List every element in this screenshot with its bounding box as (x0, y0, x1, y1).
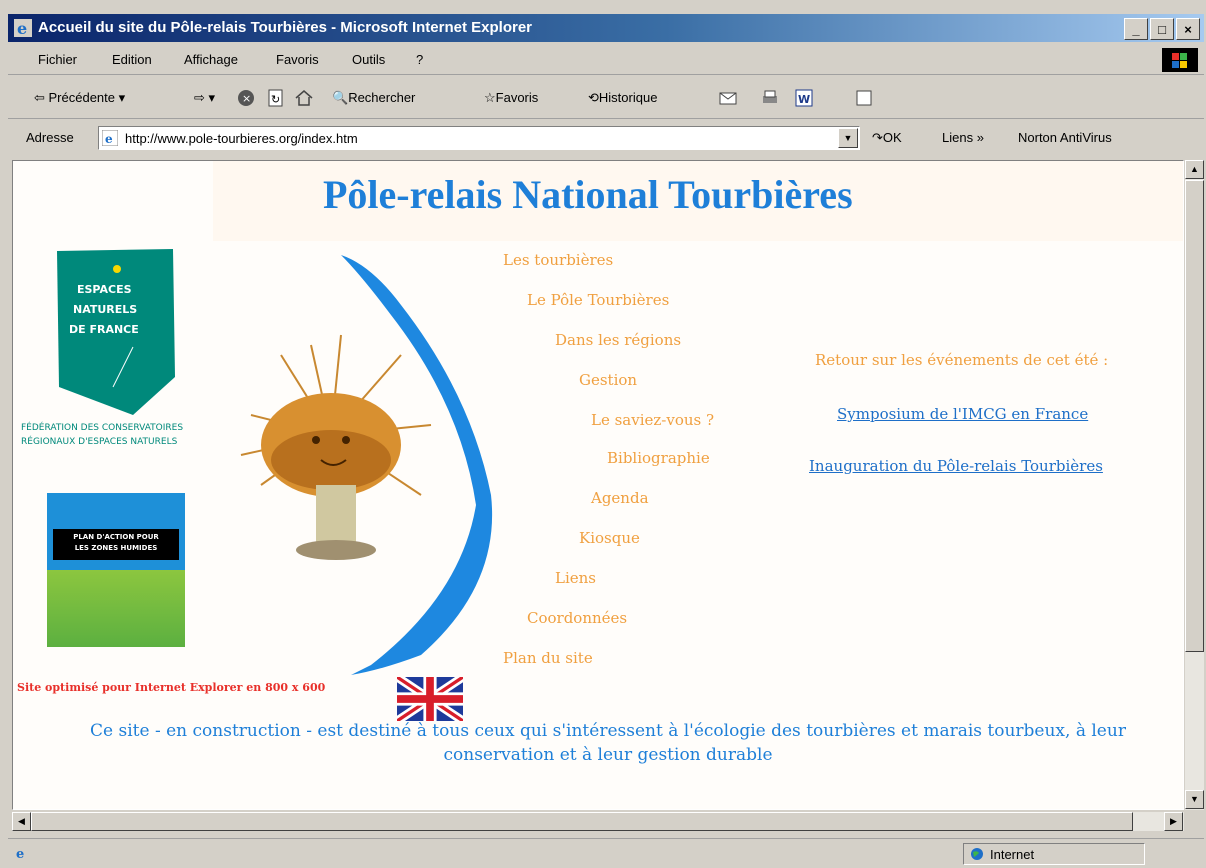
nav-plan-du-site[interactable]: Plan du site (503, 649, 593, 667)
nav-gestion[interactable]: Gestion (579, 371, 637, 389)
nav-liens[interactable]: Liens (555, 569, 596, 587)
browser-window: e Accueil du site du Pôle-relais Tourbiè… (0, 0, 1206, 868)
logo-text-line: DE FRANCE (69, 323, 139, 336)
ie-icon: e (14, 19, 32, 37)
zones-humides-logo[interactable]: PLAN D'ACTION POUR LES ZONES HUMIDES (47, 493, 185, 647)
back-button[interactable]: ⇦ Précédente ▾ (34, 90, 125, 106)
svg-text:×: × (242, 92, 251, 105)
go-label: OK (882, 130, 902, 145)
caption-line: PLAN D'ACTION POUR (73, 533, 159, 541)
nav-les-tourbieres[interactable]: Les tourbières (503, 251, 613, 269)
window-title: Accueil du site du Pôle-relais Tourbière… (38, 19, 532, 36)
history-label: Historique (598, 90, 658, 105)
horizontal-scroll-thumb[interactable] (31, 812, 1133, 831)
menu-favoris[interactable]: Favoris (276, 52, 319, 67)
close-button[interactable]: × (1176, 18, 1200, 40)
page-content: Pôle-relais National Tourbières ESPACES … (12, 160, 1184, 810)
security-zone: Internet (963, 843, 1145, 865)
nav-dans-les-regions[interactable]: Dans les régions (555, 331, 681, 349)
link-inauguration[interactable]: Inauguration du Pôle-relais Tourbières (809, 457, 1103, 475)
optimized-notice: Site optimisé pour Internet Explorer en … (17, 681, 326, 694)
status-bar: e Internet (8, 838, 1204, 867)
links-button[interactable]: Liens » (942, 130, 984, 145)
favorites-button[interactable]: ☆Favoris (484, 90, 538, 106)
history-button[interactable]: ⟲Historique (588, 90, 657, 106)
nav-coordonnees[interactable]: Coordonnées (527, 609, 627, 627)
horizontal-scrollbar[interactable]: ◀ ▶ (12, 812, 1184, 831)
forward-button[interactable]: ⇨ ▾ (194, 90, 215, 106)
retour-heading: Retour sur les événements de cet été : (815, 351, 1109, 369)
scroll-right-button[interactable]: ▶ (1164, 812, 1183, 831)
address-field[interactable]: e ▼ (98, 126, 860, 150)
zone-label: Internet (990, 847, 1035, 862)
globe-icon (971, 848, 983, 860)
print-icon[interactable] (760, 88, 780, 108)
svg-text:e: e (16, 847, 24, 861)
menu-bar: Fichier Edition Affichage Favoris Outils… (8, 46, 1204, 75)
site-description: Ce site - en construction - est destiné … (90, 721, 1126, 765)
refresh-icon[interactable]: ↻ (266, 88, 286, 108)
nav-agenda[interactable]: Agenda (591, 489, 649, 507)
nav-bibliographie[interactable]: Bibliographie (607, 449, 710, 467)
scroll-up-button[interactable]: ▲ (1185, 160, 1204, 179)
nav-le-saviez-vous[interactable]: Le saviez-vous ? (591, 411, 714, 429)
mail-icon[interactable] (718, 88, 738, 108)
minimize-button[interactable]: _ (1124, 18, 1148, 40)
link-symposium-imcg[interactable]: Symposium de l'IMCG en France (837, 405, 1088, 423)
address-bar: Adresse e ▼ ↷OK Liens » Norton AntiVirus (8, 120, 1204, 156)
maximize-button[interactable]: □ (1150, 18, 1174, 40)
home-icon[interactable] (294, 88, 314, 108)
windows-logo-icon (1162, 48, 1198, 72)
vertical-scrollbar[interactable]: ▲ ▼ (1185, 160, 1204, 810)
title-bar: e Accueil du site du Pôle-relais Tourbiè… (8, 14, 1204, 42)
norton-antivirus-button[interactable]: Norton AntiVirus (1018, 130, 1112, 145)
espaces-naturels-logo[interactable]: ESPACES NATURELS DE FRANCE (53, 247, 183, 417)
vertical-scroll-thumb[interactable] (1185, 180, 1204, 652)
caption-line: FÉDÉRATION DES CONSERVATOIRES (21, 423, 184, 433)
favorites-label: Favoris (495, 90, 539, 105)
page-icon: e (102, 130, 118, 146)
go-button[interactable]: ↷OK (872, 130, 902, 146)
menu-outils[interactable]: Outils (352, 52, 385, 67)
zones-humides-caption: PLAN D'ACTION POUR LES ZONES HUMIDES (53, 529, 179, 560)
sundew-mascot-image (240, 255, 493, 675)
svg-text:W: W (798, 93, 810, 106)
status-ie-icon: e (16, 847, 24, 861)
svg-text:e: e (105, 132, 113, 146)
nav-le-pole-tourbieres[interactable]: Le Pôle Tourbières (527, 291, 669, 309)
svg-text:↻: ↻ (271, 93, 280, 106)
logo-text-line: NATURELS (73, 303, 137, 316)
caption-line: LES ZONES HUMIDES (74, 544, 158, 552)
word-icon[interactable]: W (794, 88, 814, 108)
address-label: Adresse (26, 130, 74, 145)
menu-help[interactable]: ? (416, 52, 423, 67)
back-label: Précédente (48, 90, 116, 105)
toolbar: ⇦ Précédente ▾ ⇨ ▾ × ↻ 🔍Rechercher ☆Favo… (8, 80, 1204, 119)
scroll-down-button[interactable]: ▼ (1185, 790, 1204, 809)
federation-caption: FÉDÉRATION DES CONSERVATOIRES RÉGIONAUX … (21, 421, 221, 449)
menu-fichier[interactable]: Fichier (38, 52, 77, 67)
url-input[interactable] (123, 129, 827, 147)
page-title: Pôle-relais National Tourbières (323, 172, 853, 217)
menu-edition[interactable]: Edition (112, 52, 152, 67)
menu-affichage[interactable]: Affichage (184, 52, 238, 67)
caption-line: RÉGIONAUX D'ESPACES NATURELS (21, 437, 178, 447)
nav-kiosque[interactable]: Kiosque (579, 529, 640, 547)
uk-flag-icon[interactable] (397, 677, 463, 721)
stop-icon[interactable]: × (236, 88, 256, 108)
svg-text:e: e (17, 19, 27, 37)
search-button[interactable]: 🔍Rechercher (332, 90, 415, 106)
logo-text-line: ESPACES (77, 283, 132, 296)
scroll-left-button[interactable]: ◀ (12, 812, 31, 831)
address-dropdown-button[interactable]: ▼ (838, 128, 858, 148)
search-label: Rechercher (348, 90, 416, 105)
discuss-icon[interactable] (854, 88, 874, 108)
